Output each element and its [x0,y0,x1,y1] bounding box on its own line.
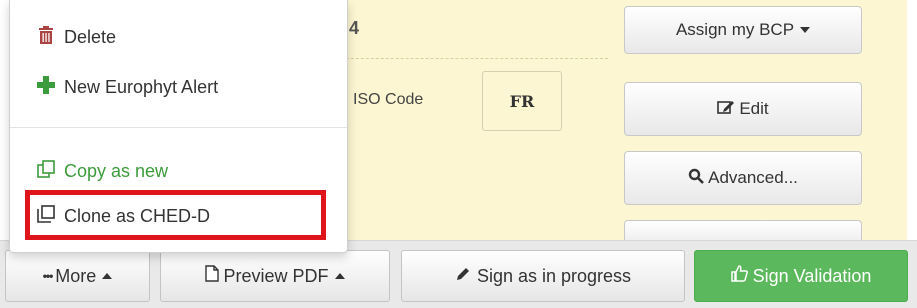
edit-icon [717,99,735,120]
caret-up-icon [334,273,345,279]
menu-item-new-europhyt-alert[interactable]: New Europhyt Alert [36,76,218,99]
thumbs-up-icon [730,265,748,287]
menu-divider [10,127,347,128]
sign-in-progress-button[interactable]: Sign as in progress [401,250,685,302]
advanced-label: Advanced... [708,168,798,187]
iso-code-label: ISO Code [353,91,424,108]
sign-in-progress-label: Sign as in progress [476,265,632,286]
sign-validation-label: Sign Validation [752,265,872,286]
iso-code-field[interactable]: FR [482,71,562,131]
more-label: More [55,265,97,286]
menu-item-europhyt-label: New Europhyt Alert [64,77,219,97]
caret-down-icon [800,27,811,33]
clone-highlight-box [25,190,326,240]
plus-icon [36,76,56,99]
pencil-icon [455,266,471,287]
edit-label: Edit [739,99,769,118]
sign-validation-button[interactable]: Sign Validation [694,250,908,302]
preview-pdf-label: Preview PDF [223,265,329,286]
menu-item-delete[interactable]: Delete [36,26,116,49]
record-heading: 4 [349,18,360,38]
trash-icon [36,26,56,49]
assign-bcp-label: Assign my BCP [675,20,795,39]
menu-item-copy-label: Copy as new [64,161,169,181]
file-icon [205,265,220,287]
search-icon [688,168,705,189]
copy-icon [36,160,56,183]
ellipsis-icon: ••• [42,269,54,283]
menu-item-copy-as-new[interactable]: Copy as new [36,160,168,183]
caret-up-icon [102,273,113,279]
assign-bcp-button[interactable]: Assign my BCP [624,6,862,54]
edit-button[interactable]: Edit [624,82,862,136]
menu-item-delete-label: Delete [64,27,117,47]
preview-pdf-button[interactable]: Preview PDF [160,250,390,302]
more-button[interactable]: ••• More [5,250,150,302]
advanced-button[interactable]: Advanced... [624,151,862,205]
